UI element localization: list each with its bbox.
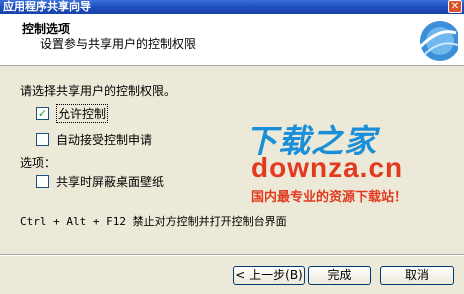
allow-control-label[interactable]: 允许控制 [56,104,109,123]
wizard-content: 请选择共享用户的控制权限。 ✓ 允许控制 自动接受控制申请 选项： 共享时屏蔽桌… [0,66,464,254]
allow-control-checkbox[interactable]: ✓ [36,107,49,120]
watermark-url: downza.cn [251,152,404,183]
hide-wallpaper-option[interactable]: 共享时屏蔽桌面壁纸 [36,173,164,190]
permission-prompt: 请选择共享用户的控制权限。 [20,84,177,98]
options-section-label: 选项： [20,156,57,170]
back-button[interactable]: < 上一步(B) [233,266,305,285]
globe-icon [418,21,458,61]
hide-wallpaper-checkbox[interactable] [36,175,49,188]
auto-accept-label[interactable]: 自动接受控制申请 [56,131,152,148]
window-titlebar: 应用程序共享向导 ✕ [0,0,464,14]
footer-divider [0,254,464,256]
watermark-slogan: 国内最专业的资源下载站！ [251,190,408,205]
auto-accept-option[interactable]: 自动接受控制申请 [36,131,152,148]
finish-button[interactable]: 完成 [308,266,371,285]
page-subtitle: 设置参与共享用户的控制权限 [40,37,197,51]
allow-control-option[interactable]: ✓ 允许控制 [36,104,109,123]
window-title: 应用程序共享向导 [3,0,91,13]
hotkey-hint: Ctrl + Alt + F12 禁止对方控制并打开控制台界面 [20,215,287,228]
wizard-header: 控制选项 设置参与共享用户的控制权限 [0,14,464,66]
close-icon[interactable]: ✕ [448,0,462,13]
hide-wallpaper-label[interactable]: 共享时屏蔽桌面壁纸 [56,173,164,190]
cancel-button[interactable]: 取消 [380,266,454,285]
auto-accept-checkbox[interactable] [36,133,49,146]
watermark: 下载之家 downza.cn 国内最专业的资源下载站！ [245,116,455,206]
